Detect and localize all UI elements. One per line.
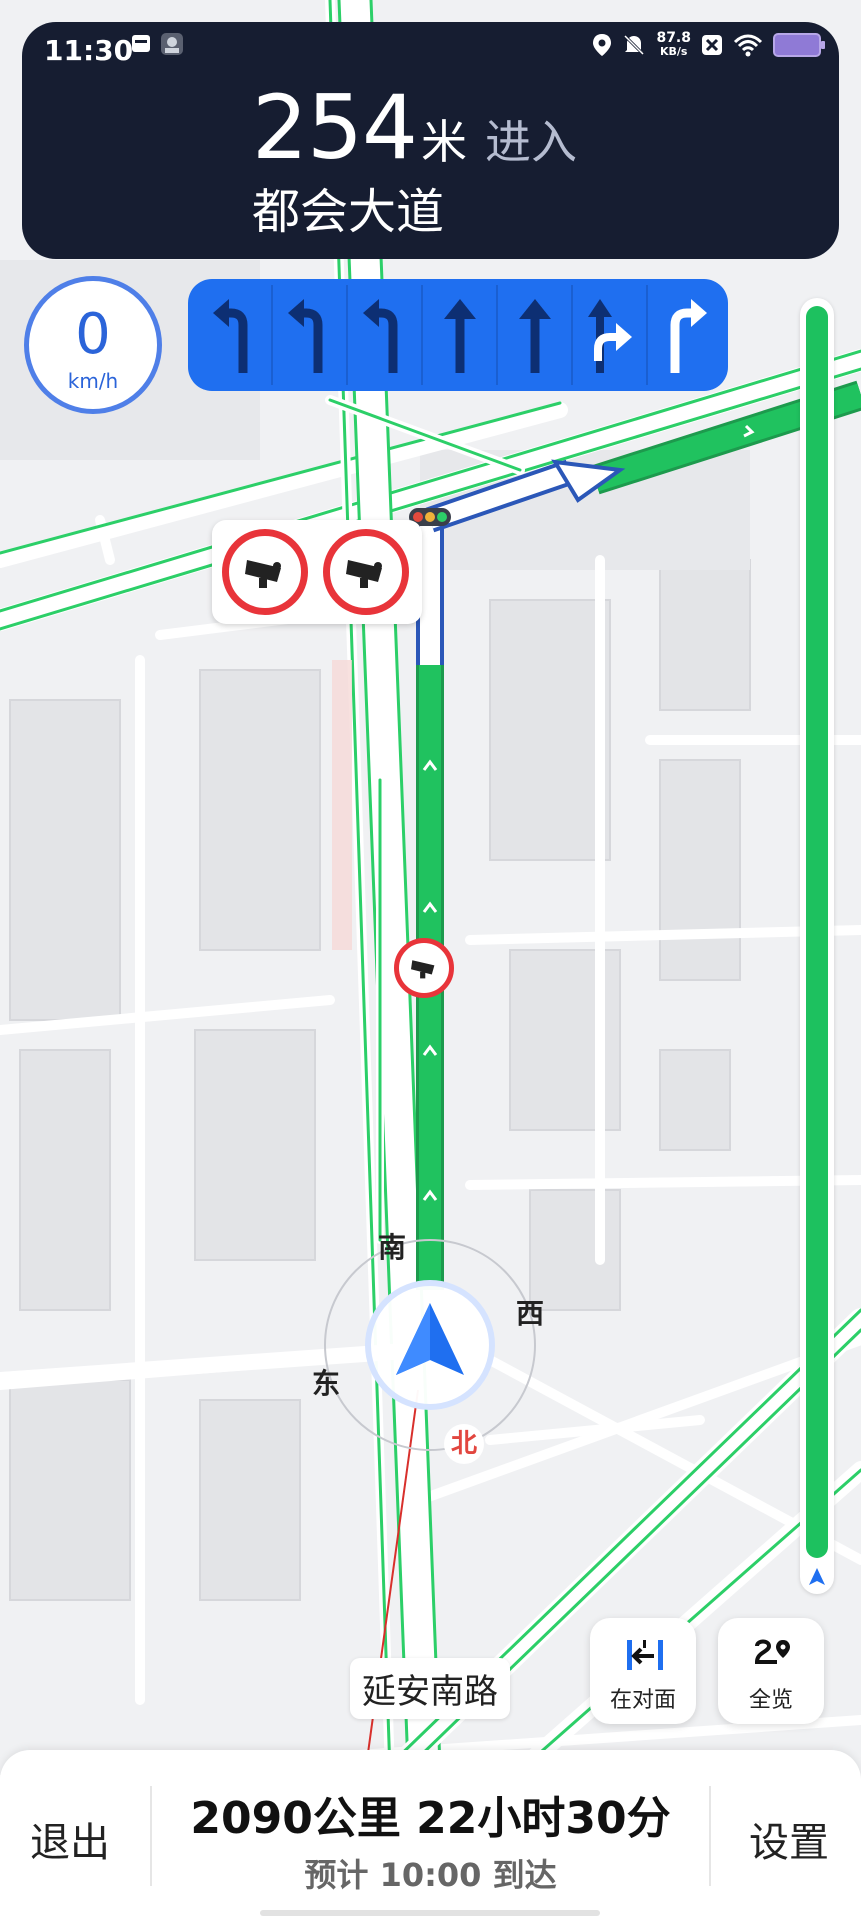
app-avatar-icon bbox=[160, 32, 184, 60]
lane-straight-right-icon bbox=[571, 285, 646, 385]
wifi-icon bbox=[733, 34, 763, 57]
speed-unit: km/h bbox=[67, 369, 119, 393]
compass-south-label: 南 bbox=[378, 1231, 407, 1264]
divider-right bbox=[709, 1786, 711, 1886]
lane-right-icon bbox=[646, 285, 721, 385]
route-progress-fill bbox=[806, 306, 828, 1558]
speed-camera-icon bbox=[323, 529, 409, 615]
status-bar: 11:30 87.8 KB/s bbox=[0, 0, 861, 67]
distance-unit: 米 bbox=[420, 115, 467, 169]
opposite-side-button[interactable]: 在对面 bbox=[590, 1618, 696, 1724]
maneuver-action: 进入 bbox=[484, 115, 577, 169]
lane-straight-icon bbox=[421, 285, 496, 385]
speed-value: 0 bbox=[75, 302, 111, 367]
lane-left-icon bbox=[346, 285, 421, 385]
net-speed-unit: KB/s bbox=[659, 45, 688, 58]
opposite-side-label: 在对面 bbox=[609, 1688, 676, 1713]
home-indicator bbox=[260, 1910, 600, 1916]
route-overview-icon bbox=[751, 1636, 795, 1682]
camera-badge-pair[interactable] bbox=[212, 520, 422, 624]
net-speed: 87.8 KB/s bbox=[656, 31, 691, 59]
distance-row: 254 米 进入 bbox=[252, 84, 577, 172]
net-speed-value: 87.8 bbox=[656, 30, 691, 46]
lane-left-icon bbox=[271, 285, 346, 385]
speed-camera-icon bbox=[222, 529, 308, 615]
close-box-icon bbox=[702, 35, 722, 55]
mute-icon bbox=[624, 34, 645, 56]
overview-label: 全览 bbox=[748, 1688, 793, 1713]
exit-button[interactable]: 退出 bbox=[30, 1810, 110, 1868]
battery-icon bbox=[773, 33, 825, 57]
overview-button[interactable]: 全览 bbox=[718, 1618, 824, 1724]
next-road-name: 都会大道 bbox=[252, 184, 445, 240]
location-icon bbox=[593, 34, 612, 56]
trip-summary: 2090公里 22小时30分 bbox=[190, 1793, 671, 1844]
lane-left-icon bbox=[198, 285, 271, 385]
compass-east-label: 东 bbox=[312, 1367, 341, 1400]
switch-side-icon bbox=[623, 1636, 667, 1682]
divider-left bbox=[150, 1786, 152, 1886]
compass-west-label: 西 bbox=[516, 1297, 545, 1330]
bottom-bar: 退出 2090公里 22小时30分 预计 10:00 到达 设置 bbox=[0, 1750, 861, 1920]
progress-car-icon bbox=[802, 1562, 832, 1592]
status-icons: 87.8 KB/s bbox=[592, 28, 825, 62]
compass-north-label: 北 bbox=[444, 1424, 484, 1464]
speedometer: 0 km/h bbox=[24, 276, 162, 414]
lane-guidance bbox=[188, 279, 728, 391]
distance-value: 254 bbox=[252, 76, 418, 179]
vehicle-position-icon bbox=[365, 1280, 495, 1410]
calendar-icon bbox=[130, 32, 152, 58]
speed-camera-icon[interactable] bbox=[394, 938, 454, 998]
restricted-zone bbox=[332, 660, 352, 950]
current-street-label: 延安南路 bbox=[350, 1658, 510, 1719]
settings-button[interactable]: 设置 bbox=[749, 1810, 829, 1868]
status-time: 11:30 bbox=[44, 34, 134, 67]
route-progress-bar bbox=[800, 298, 834, 1594]
arrival-time: 预计 10:00 到达 bbox=[304, 1856, 557, 1894]
lane-straight-icon bbox=[496, 285, 571, 385]
